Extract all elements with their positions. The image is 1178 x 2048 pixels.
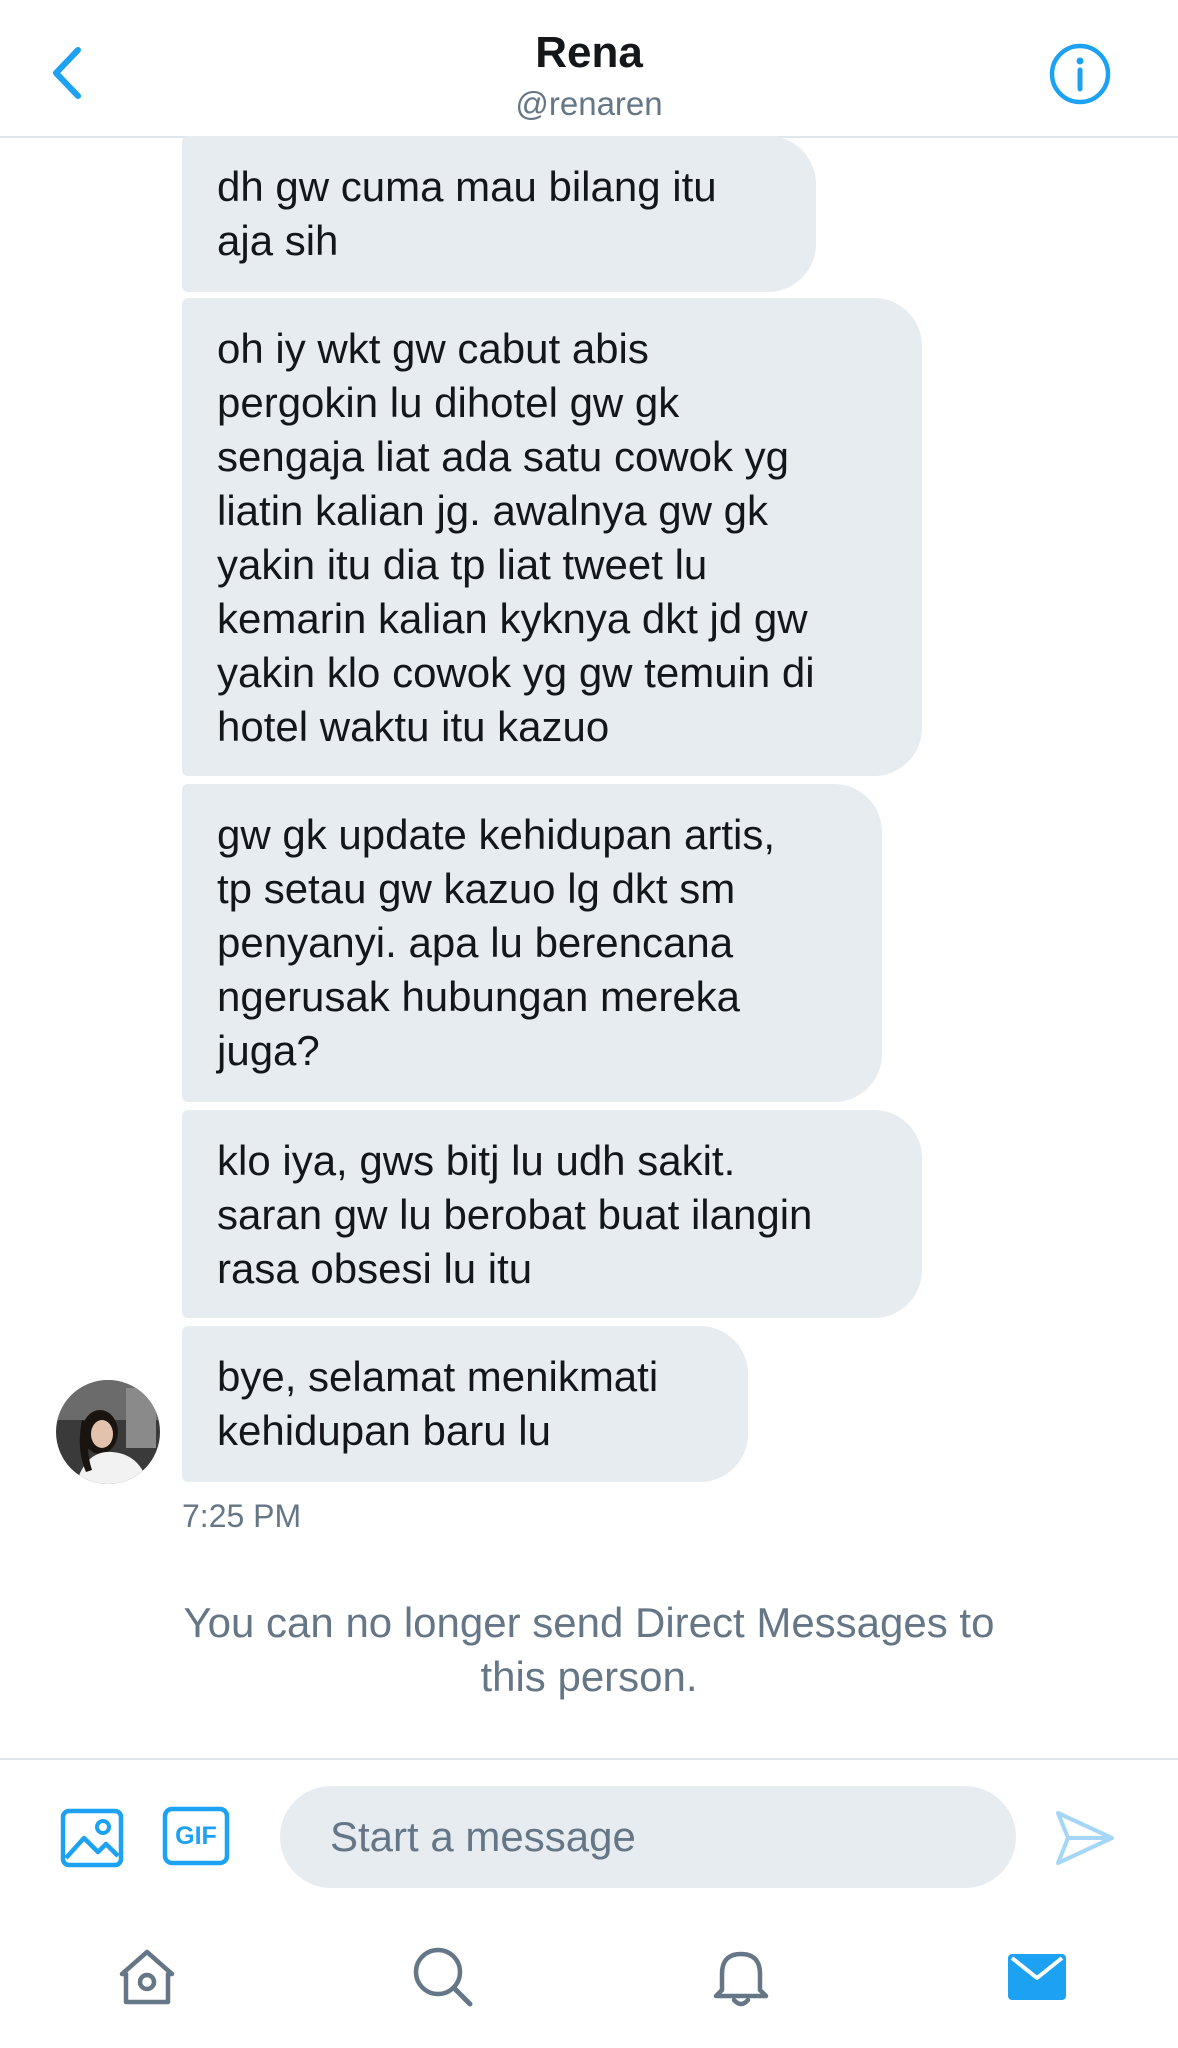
tab-bar [0,1920,1178,2048]
message-text: klo iya, gws bitj lu udh sakit. saran gw… [217,1137,813,1292]
mail-icon [1008,1954,1066,2000]
message-text: gw gk update kehidupan artis, tp setau g… [217,811,776,1074]
add-gif-button[interactable]: GIF [162,1804,230,1868]
message-text: dh gw cuma mau bilang itu aja sih [217,163,717,264]
info-icon [1049,43,1111,105]
search-icon [413,1947,473,2007]
message-timestamp: 7:25 PM [182,1498,302,1534]
tab-search[interactable] [410,1944,476,2010]
tab-notifications[interactable] [708,1944,774,2010]
contact-handle[interactable]: @renaren [0,84,1178,124]
conversation-header: Rena @renaren [0,0,1178,138]
image-icon [60,1808,124,1868]
tab-messages[interactable] [1004,1944,1070,2010]
message-text: oh iy wkt gw cabut abis pergokin lu diho… [217,325,815,750]
info-button[interactable] [1048,42,1112,106]
message-bubble[interactable]: oh iy wkt gw cabut abis pergokin lu diho… [182,298,922,776]
avatar[interactable] [56,1380,160,1484]
message-input[interactable] [280,1786,1016,1888]
message-bubble[interactable]: gw gk update kehidupan artis, tp setau g… [182,784,882,1102]
message-text: bye, selamat menikmati kehidupan baru lu [217,1353,659,1454]
home-icon [119,1949,175,2005]
message-bubble[interactable]: klo iya, gws bitj lu udh sakit. saran gw… [182,1110,922,1318]
blocked-notice: You can no longer send Direct Messages t… [183,1599,995,1700]
contact-name[interactable]: Rena [0,26,1178,80]
message-bubble[interactable]: bye, selamat menikmati kehidupan baru lu [182,1326,748,1482]
gif-label: GIF [175,1822,217,1850]
avatar-photo [56,1380,160,1484]
send-icon [1056,1811,1114,1865]
add-image-button[interactable] [60,1806,124,1870]
message-composer: GIF [0,1758,1178,1888]
message-bubble[interactable]: dh gw cuma mau bilang itu aja sih [182,136,816,292]
send-button[interactable] [1054,1808,1116,1868]
tab-home[interactable] [114,1944,180,2010]
bell-icon [713,1951,769,2007]
